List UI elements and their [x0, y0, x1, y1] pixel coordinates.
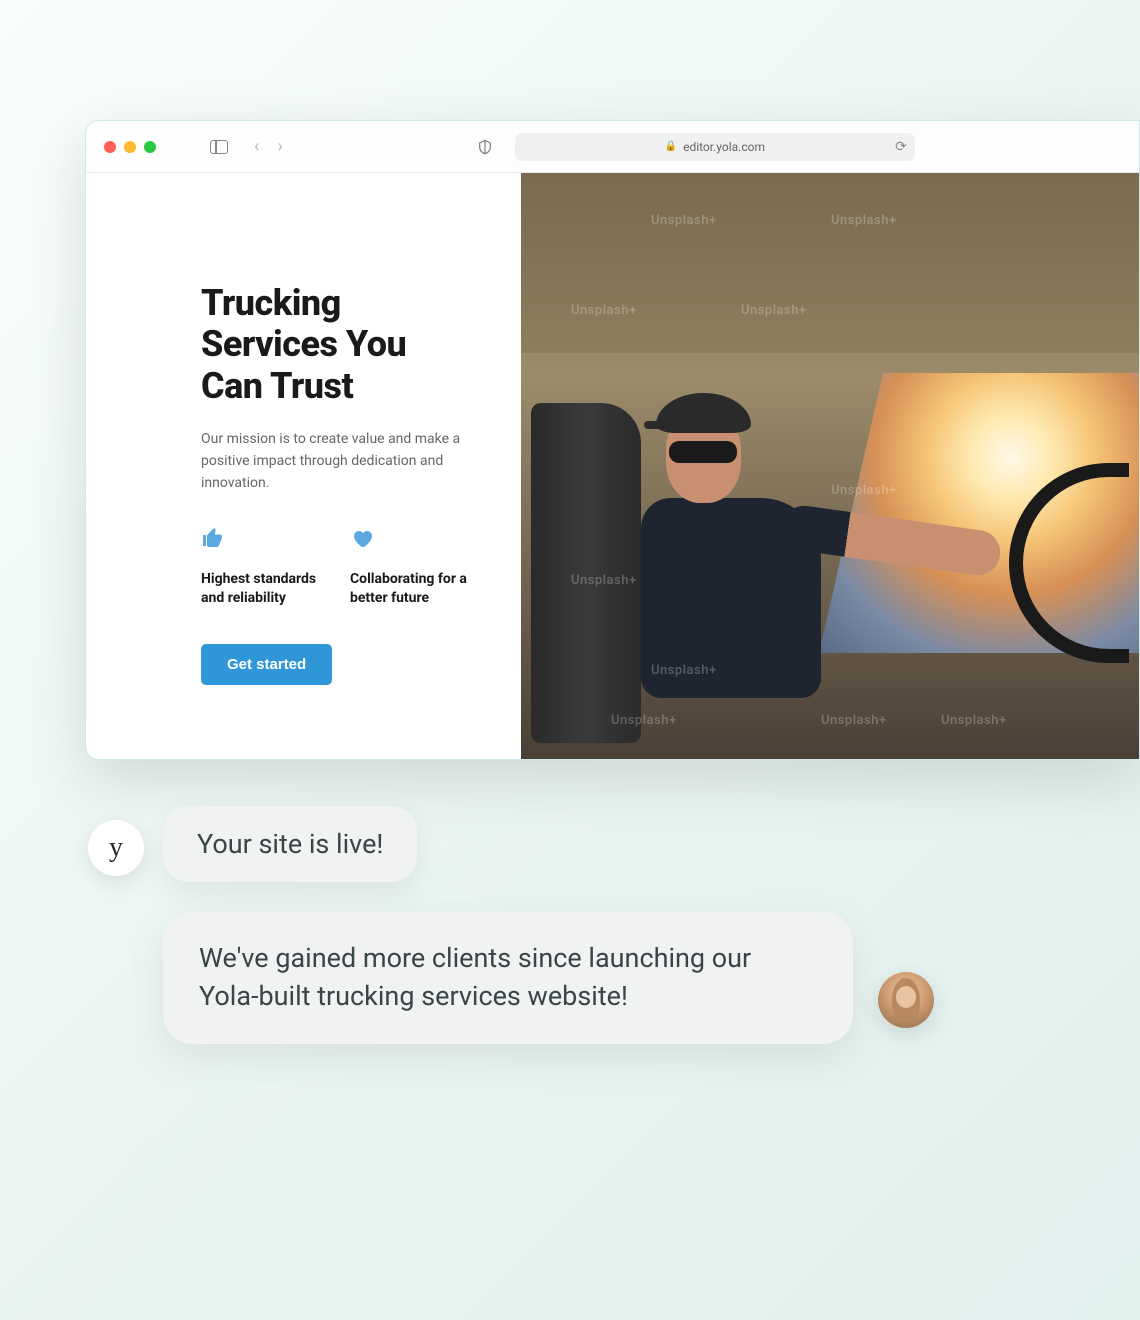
chat-message: We've gained more clients since launchin…	[199, 942, 751, 1012]
browser-window: ‹ › 🔒 editor.yola.com ⟳ Trucking Service…	[85, 120, 1140, 760]
hero-image-region: Unsplash+ Unsplash+ Unsplash+ Unsplash+ …	[521, 173, 1139, 759]
watermark-text: Unsplash+	[941, 713, 1007, 728]
shield-icon[interactable]	[477, 138, 493, 156]
user-avatar	[878, 972, 934, 1028]
hero-left: Trucking Services You Can Trust Our miss…	[86, 173, 521, 759]
watermark-text: Unsplash+	[821, 713, 887, 728]
chat-message: Your site is live!	[197, 828, 383, 860]
get-started-button[interactable]: Get started	[201, 644, 332, 685]
feature-item: Highest standards and reliability	[201, 526, 322, 608]
minimize-window-icon[interactable]	[124, 141, 136, 153]
watermark-text: Unsplash+	[831, 483, 897, 498]
watermark-text: Unsplash+	[611, 713, 677, 728]
url-text: editor.yola.com	[683, 140, 765, 154]
feature-label: Collaborating for a better future	[350, 570, 471, 608]
back-icon[interactable]: ‹	[254, 136, 259, 157]
hero-title: Trucking Services You Can Trust	[201, 283, 471, 407]
hero-image: Unsplash+ Unsplash+ Unsplash+ Unsplash+ …	[521, 173, 1139, 759]
page-content: Trucking Services You Can Trust Our miss…	[86, 173, 1139, 759]
maximize-window-icon[interactable]	[144, 141, 156, 153]
heart-icon	[350, 526, 374, 550]
address-bar[interactable]: 🔒 editor.yola.com ⟳	[515, 133, 915, 161]
feature-item: Collaborating for a better future	[350, 526, 471, 608]
thumbs-up-icon	[201, 526, 225, 550]
lock-icon: 🔒	[665, 141, 677, 152]
sidebar-toggle-icon[interactable]	[210, 140, 228, 154]
window-controls	[104, 141, 156, 153]
watermark-text: Unsplash+	[571, 303, 637, 318]
hero-description: Our mission is to create value and make …	[201, 429, 461, 494]
reload-icon[interactable]: ⟳	[895, 139, 907, 155]
watermark-text: Unsplash+	[831, 213, 897, 228]
watermark-text: Unsplash+	[741, 303, 807, 318]
forward-icon[interactable]: ›	[277, 136, 282, 157]
feature-label: Highest standards and reliability	[201, 570, 322, 608]
close-window-icon[interactable]	[104, 141, 116, 153]
brand-logo-letter: y	[109, 832, 123, 864]
watermark-text: Unsplash+	[571, 573, 637, 588]
watermark-text: Unsplash+	[651, 213, 717, 228]
chat-bubble-system: Your site is live!	[163, 806, 417, 882]
watermark-text: Unsplash+	[651, 663, 717, 678]
browser-chrome: ‹ › 🔒 editor.yola.com ⟳	[86, 121, 1139, 173]
chat-bubble-user: We've gained more clients since launchin…	[163, 912, 853, 1044]
brand-avatar: y	[88, 820, 144, 876]
features-row: Highest standards and reliability Collab…	[201, 526, 471, 608]
nav-arrows: ‹ ›	[254, 136, 283, 157]
